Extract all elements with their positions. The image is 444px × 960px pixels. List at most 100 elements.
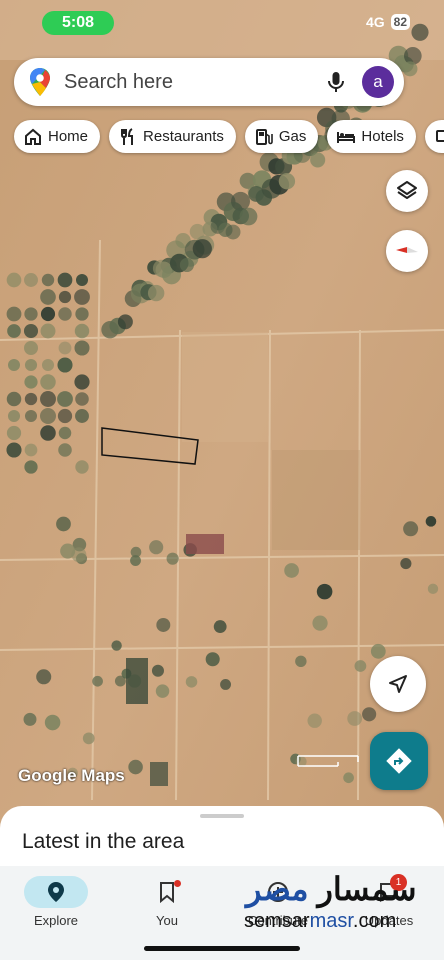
sheet-title: Latest in the area [22, 830, 185, 853]
pivot-field [57, 408, 73, 424]
pivot-field [307, 713, 322, 728]
pivot-field [6, 442, 22, 458]
pivot-field [6, 306, 22, 322]
pivot-field [220, 679, 231, 690]
sheet-drag-handle[interactable] [200, 814, 244, 818]
chip-gas[interactable]: Gas [244, 120, 319, 153]
pivot-field [36, 669, 52, 685]
pivot-field [6, 272, 22, 288]
pivot-field [75, 307, 89, 321]
pivot-field [213, 620, 227, 634]
chip-label: Hotels [361, 128, 404, 145]
search-bar[interactable]: Search here a [14, 58, 404, 106]
pivot-field [149, 540, 164, 555]
pivot-field [74, 289, 90, 305]
pivot-field [312, 615, 328, 631]
pivot-field [155, 684, 170, 698]
pivot-field [40, 391, 56, 407]
navigation-arrow-icon [389, 675, 407, 693]
pivot-field [58, 290, 72, 304]
pivot-field [24, 273, 38, 287]
chip-restaurants[interactable]: Restaurants [109, 120, 236, 153]
pivot-field [343, 772, 354, 784]
avatar[interactable]: a [362, 66, 394, 98]
nav-you[interactable]: You [122, 876, 212, 928]
search-input[interactable]: Search here [64, 71, 324, 94]
pivot-field [57, 357, 73, 373]
pivot-field [40, 306, 56, 322]
semsar-masr-logo-arabic: سمسار مصر [246, 870, 417, 908]
pivot-field [310, 152, 326, 168]
brand-en-blue: masr [309, 910, 353, 932]
compass-button[interactable] [386, 230, 428, 272]
nav-label: Explore [33, 913, 79, 928]
pivot-field [7, 358, 21, 372]
pivot-field [82, 732, 95, 745]
semsar-masr-logo-latin: semsarmasr.com [244, 910, 396, 933]
pivot-field [24, 341, 38, 355]
my-location-button[interactable] [370, 656, 426, 712]
pivot-field [24, 443, 38, 457]
pivot-field [44, 714, 61, 731]
brand-ar-dark: سمسار [308, 871, 417, 907]
chip-home[interactable]: Home [14, 120, 101, 153]
more-icon [435, 129, 444, 142]
pivot-field [74, 323, 90, 339]
pivot-field [179, 257, 194, 273]
pivot-field [58, 341, 72, 355]
chip-label: Home [48, 128, 89, 145]
chip-hotels[interactable]: Hotels [327, 120, 416, 153]
pivot-field [278, 173, 296, 190]
hotel-icon [337, 131, 356, 143]
pivot-field [284, 563, 299, 578]
pivot-field [24, 460, 38, 474]
pivot-field [205, 652, 220, 667]
nav-explore[interactable]: Explore [11, 876, 101, 928]
pivot-field [362, 707, 377, 722]
directions-button[interactable] [370, 732, 428, 790]
google-maps-watermark: Google Maps [18, 766, 125, 785]
microphone-icon[interactable] [324, 70, 348, 94]
pivot-field [40, 323, 56, 339]
pivot-field [370, 643, 386, 659]
directions-icon [386, 748, 412, 774]
pivot-field [185, 676, 198, 688]
google-maps-pin-icon [30, 68, 50, 96]
nav-pill [135, 876, 199, 908]
pivot-field [56, 516, 71, 532]
battery-level: 82 [390, 14, 410, 30]
pivot-field [24, 392, 38, 406]
pivot-field [427, 583, 439, 594]
pivot-field [41, 273, 55, 287]
chip-label: Restaurants [143, 128, 224, 145]
pivot-field [40, 374, 56, 390]
pivot-field [92, 675, 103, 687]
pivot-field [74, 374, 90, 390]
pivot-field [166, 552, 179, 565]
pivot-field [400, 558, 412, 570]
nav-label: You [156, 913, 178, 928]
pivot-field [75, 409, 89, 423]
pivot-field [40, 408, 56, 424]
pivot-field [225, 224, 241, 240]
pivot-field [58, 443, 72, 457]
pivot-field [192, 239, 212, 259]
chip-more[interactable] [424, 120, 444, 153]
pivot-field [40, 289, 56, 305]
pivot-field [75, 392, 89, 406]
pivot-field [147, 284, 165, 302]
pivot-field [295, 655, 307, 668]
pivot-field [23, 323, 39, 339]
pivot-field [403, 521, 419, 537]
notification-dot [174, 880, 181, 887]
pivot-field [7, 324, 21, 338]
compass-icon [396, 247, 418, 253]
pivot-field [6, 391, 22, 407]
scale-bar [297, 755, 359, 767]
pivot-field [57, 391, 73, 407]
location-pin-icon [48, 882, 64, 902]
pivot-field [58, 307, 72, 321]
pivot-field [151, 664, 164, 677]
layers-button[interactable] [386, 170, 428, 212]
status-indicators: 4G 82 [366, 14, 410, 30]
